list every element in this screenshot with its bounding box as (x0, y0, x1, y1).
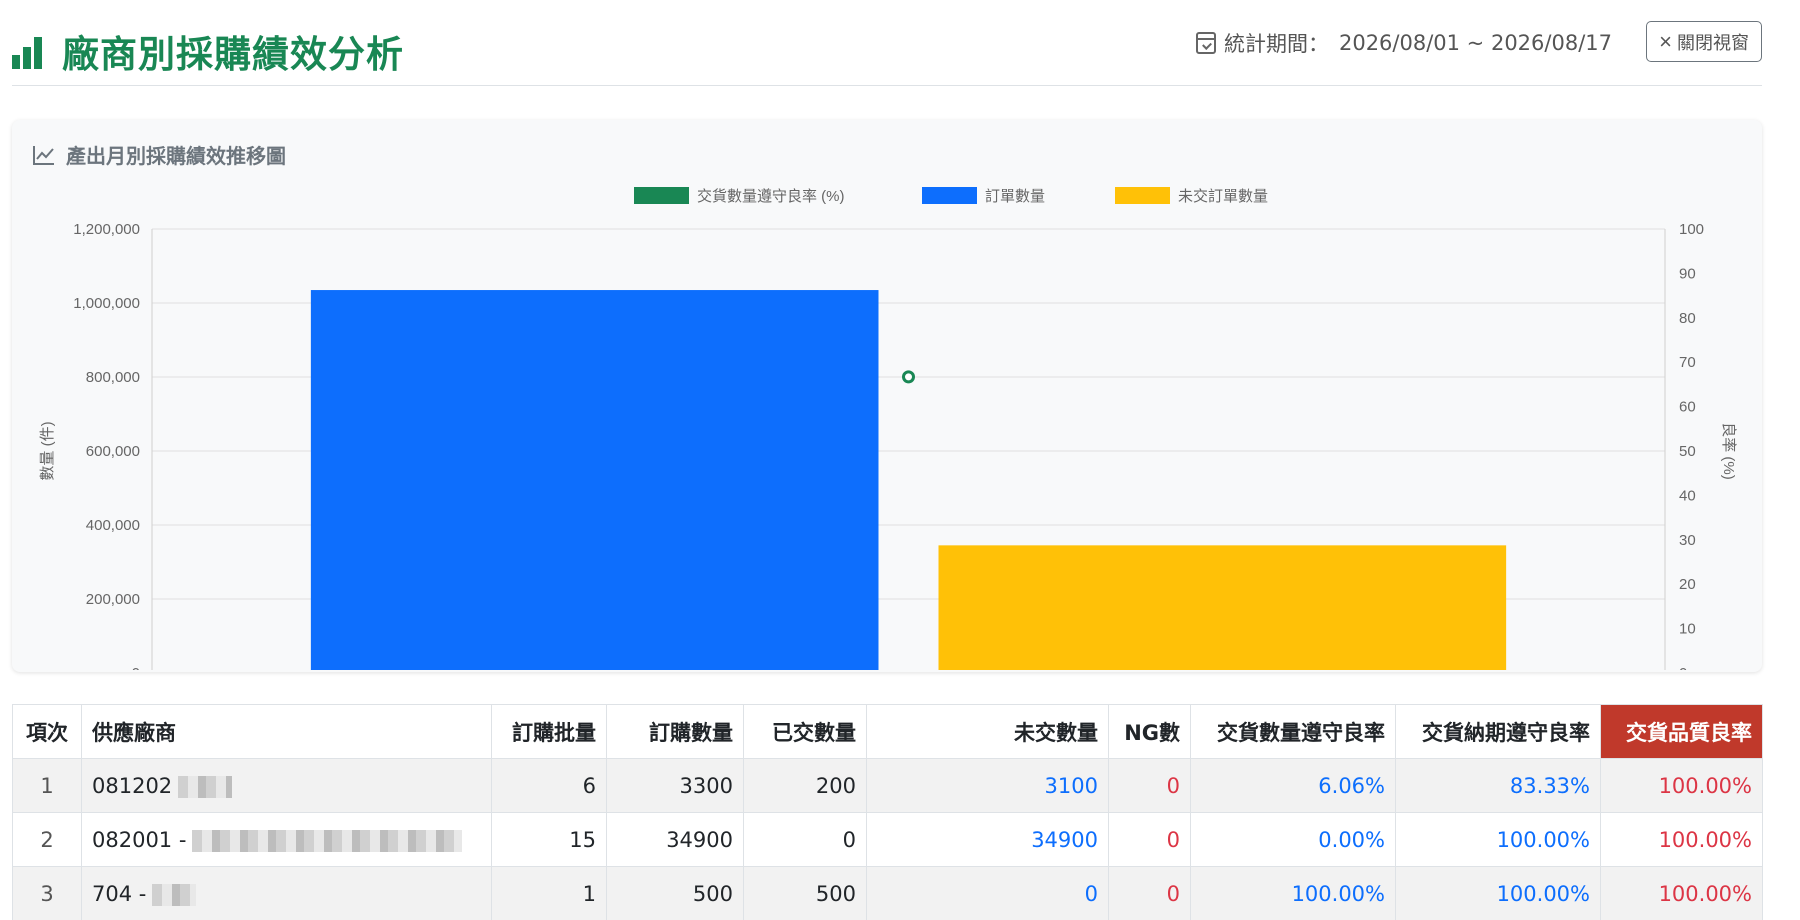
y-tick-label: 400,000 (86, 517, 140, 534)
y2-tick-label: 20 (1679, 576, 1696, 593)
cell-qty-rate: 0.00% (1190, 812, 1396, 867)
y2-tick-label: 0 (1679, 665, 1687, 670)
cell-date-rate: 100.00% (1395, 866, 1601, 920)
y-tick-label: 0 (132, 665, 140, 670)
chart-card: 產出月別採購績效推移圖 1,200,000 1,000,000 800,000 600… (12, 120, 1762, 672)
cell-ng: 0 (1108, 758, 1191, 813)
cell-delivered: 500 (743, 866, 867, 920)
calendar-check-icon (1195, 32, 1216, 54)
cell-ng: 0 (1108, 812, 1191, 867)
legend-swatch (922, 187, 977, 204)
col-header-ng: NG數 (1108, 704, 1191, 759)
cell-batch: 15 (491, 812, 607, 867)
y2-tick-label: 50 (1679, 443, 1696, 460)
y2-axis-title: 良率 (%) (1720, 422, 1737, 480)
cell-delivered: 200 (743, 758, 867, 813)
y2-tick-label: 80 (1679, 310, 1696, 327)
y2-tick-label: 100 (1679, 221, 1704, 238)
col-header-batch: 訂購批量 (491, 704, 607, 759)
legend-label: 未交訂單數量 (1178, 187, 1268, 205)
cell-vendor: 704 - (81, 866, 492, 920)
period-info: 統計期間： 2026/08/01 ~ 2026/08/17 (1195, 28, 1612, 58)
col-header-quality-rate: 交貨品質良率 (1600, 704, 1763, 759)
col-header-qty-rate: 交貨數量遵守良率 (1190, 704, 1396, 759)
cell-delivered: 0 (743, 812, 867, 867)
vendor-table-wrap: 項次 供應廠商 訂購批量 訂購數量 已交數量 未交數量 NG數 交貨數量遵守良率… (12, 704, 1763, 920)
cell-batch: 1 (491, 866, 607, 920)
table-header-row: 項次 供應廠商 訂購批量 訂購數量 已交數量 未交數量 NG數 交貨數量遵守良率… (12, 704, 1763, 759)
cell-date-rate: 100.00% (1395, 812, 1601, 867)
vendor-code: 082001 - (92, 827, 187, 852)
y2-tick-label: 70 (1679, 354, 1696, 371)
page-header: 廠商別採購績效分析 統計期間： 2026/08/01 ~ 2026/08/17 … (12, 14, 1762, 86)
close-window-label: 關閉視窗 (1677, 32, 1749, 53)
y-tick-label: 200,000 (86, 591, 140, 608)
chart-card-title-text: 產出月別採購績效推移圖 (66, 144, 286, 168)
cell-vendor: 082001 - (81, 812, 492, 867)
line-point-qty-rate[interactable] (902, 370, 915, 384)
cell-qty: 500 (606, 866, 744, 920)
vendor-performance-table: 項次 供應廠商 訂購批量 訂購數量 已交數量 未交數量 NG數 交貨數量遵守良率… (12, 704, 1763, 920)
legend-label: 訂單數量 (985, 188, 1045, 205)
col-header-qty: 訂購數量 (606, 704, 744, 759)
close-icon: × (1659, 28, 1672, 54)
y2-tick-label: 40 (1679, 487, 1696, 504)
col-header-no: 項次 (12, 704, 82, 759)
cell-undelivered: 34900 (866, 812, 1109, 867)
y-tick-label: 1,000,000 (73, 295, 140, 312)
cell-date-rate: 83.33% (1395, 758, 1601, 813)
y2-tick-label: 30 (1679, 532, 1696, 549)
y2-tick-label: 60 (1679, 399, 1696, 416)
bar-undelivered-qty[interactable] (938, 545, 1507, 670)
bar-order-qty[interactable] (310, 290, 879, 670)
cell-no: 3 (12, 866, 82, 920)
col-header-delivered: 已交數量 (743, 704, 867, 759)
table-row[interactable]: 2 082001 - 15 34900 0 34900 0 0.00% 100.… (12, 812, 1763, 867)
legend-swatch (1115, 187, 1170, 204)
period-value: 2026/08/01 ~ 2026/08/17 (1338, 31, 1612, 55)
legend-label: 交貨數量遵守良率 (%) (697, 187, 845, 205)
col-header-undelivered: 未交數量 (866, 704, 1109, 759)
vendor-code: 081202 (92, 773, 173, 798)
cell-no: 1 (12, 758, 82, 813)
redacted-vendor-name (178, 775, 233, 798)
title-area: 廠商別採購績效分析 (12, 24, 404, 78)
bar-chart-icon (12, 33, 50, 69)
col-header-date-rate: 交貨納期遵守良率 (1395, 704, 1601, 759)
vendor-code: 704 - (92, 881, 147, 906)
cell-undelivered: 3100 (866, 758, 1109, 813)
cell-quality-rate: 100.00% (1600, 812, 1763, 867)
cell-undelivered: 0 (866, 866, 1109, 920)
table-row[interactable]: 3 704 - 1 500 500 0 0 100.00% 100.00% 10… (12, 866, 1763, 920)
cell-quality-rate: 100.00% (1600, 758, 1763, 813)
redacted-vendor-name (152, 883, 197, 906)
close-window-button[interactable]: × 關閉視窗 (1646, 21, 1762, 62)
performance-chart: 1,200,000 1,000,000 800,000 600,000 400,000 2… (39, 187, 1737, 670)
period-label: 統計期間： (1223, 32, 1329, 56)
y2-tick-label: 10 (1679, 621, 1696, 638)
legend-swatch (634, 187, 689, 204)
table-row[interactable]: 1 081202 6 3300 200 3100 0 6.06% 83.33% … (12, 758, 1763, 813)
col-header-vendor: 供應廠商 (81, 704, 492, 759)
chart-card-title: 產出月別採購績效推移圖 (32, 140, 286, 169)
cell-vendor: 081202 (81, 758, 492, 813)
cell-qty-rate: 100.00% (1190, 866, 1396, 920)
cell-quality-rate: 100.00% (1600, 866, 1763, 920)
cell-qty-rate: 6.06% (1190, 758, 1396, 813)
cell-batch: 6 (491, 758, 607, 813)
y-axis-title: 數量 (件) (39, 421, 56, 480)
y-tick-label: 600,000 (86, 443, 140, 460)
cell-no: 2 (12, 812, 82, 867)
y-tick-label: 1,200,000 (73, 221, 140, 238)
y2-tick-label: 90 (1679, 265, 1696, 282)
cell-qty: 34900 (606, 812, 744, 867)
cell-ng: 0 (1108, 866, 1191, 920)
redacted-vendor-name (192, 829, 463, 852)
line-chart-icon (33, 145, 54, 165)
cell-qty: 3300 (606, 758, 744, 813)
y-tick-label: 800,000 (86, 369, 140, 386)
page-title: 廠商別採購績效分析 (62, 33, 404, 76)
